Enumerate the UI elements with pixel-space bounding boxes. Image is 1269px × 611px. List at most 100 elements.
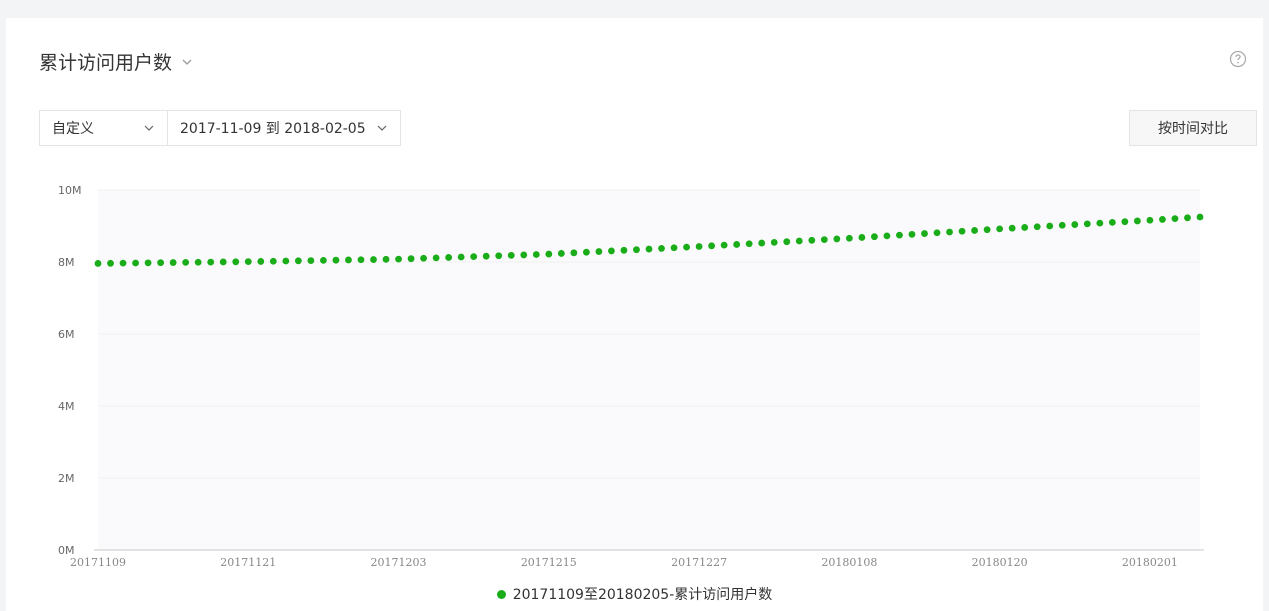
data-point — [820, 236, 828, 244]
data-point — [395, 255, 402, 263]
x-tick-label: 20180108 — [821, 556, 877, 569]
data-point — [1058, 221, 1066, 229]
x-tick-label: 20180201 — [1122, 556, 1178, 569]
data-point — [845, 234, 853, 242]
data-point — [107, 259, 114, 267]
x-tick-label: 20171121 — [220, 556, 276, 569]
data-point — [119, 259, 127, 267]
data-point — [795, 237, 803, 245]
data-point — [407, 255, 415, 263]
data-point — [157, 259, 165, 267]
data-point — [545, 250, 553, 258]
x-tick-label: 20171203 — [371, 556, 427, 569]
data-point — [1196, 213, 1204, 221]
data-point — [470, 253, 478, 260]
y-tick-label: 2M — [58, 472, 75, 485]
data-point — [269, 257, 277, 265]
data-point — [307, 257, 315, 264]
data-point — [432, 254, 440, 262]
chart-legend[interactable]: 20171109至20180205-累计访问用户数 — [6, 584, 1263, 604]
data-point — [282, 257, 290, 265]
data-point — [783, 238, 791, 246]
data-point — [1046, 222, 1054, 230]
data-point — [871, 233, 878, 241]
data-point — [169, 259, 177, 266]
data-point — [1033, 223, 1041, 231]
data-point — [370, 256, 377, 263]
data-point — [658, 245, 665, 252]
data-point — [194, 258, 202, 266]
data-point — [207, 258, 215, 266]
x-tick-label: 20171109 — [70, 556, 126, 569]
data-point — [1133, 217, 1141, 225]
data-point — [570, 249, 578, 257]
data-point — [132, 259, 139, 267]
data-point — [244, 258, 252, 266]
legend-label: 20171109至20180205-累计访问用户数 — [512, 587, 773, 603]
data-point — [445, 254, 453, 261]
data-point — [1108, 219, 1116, 226]
data-point — [908, 230, 916, 238]
data-point — [708, 242, 716, 250]
data-point — [520, 251, 528, 259]
data-point — [733, 241, 741, 248]
data-point — [1184, 214, 1191, 222]
data-point — [357, 256, 365, 264]
data-point — [921, 230, 928, 237]
data-point — [320, 256, 327, 264]
data-point — [232, 258, 240, 266]
data-point — [1171, 215, 1179, 223]
data-point — [946, 228, 953, 236]
data-point — [683, 243, 690, 251]
data-point — [420, 254, 427, 262]
data-point — [808, 236, 816, 244]
data-point — [557, 250, 565, 257]
line-chart: 0M2M4M6M8M10M20171109 20171121 20171203 201… — [58, 184, 1204, 569]
data-point — [495, 252, 503, 260]
data-point — [595, 248, 603, 255]
y-tick-label: 4M — [58, 400, 75, 413]
data-point — [971, 227, 978, 234]
data-point — [996, 225, 1004, 233]
data-point — [1021, 224, 1029, 231]
data-point — [219, 258, 227, 266]
plot-area — [98, 190, 1200, 550]
data-point — [94, 260, 102, 267]
data-point — [1146, 216, 1154, 224]
data-point — [833, 235, 841, 243]
data-point — [933, 229, 941, 237]
data-point — [332, 256, 340, 264]
data-point — [1008, 224, 1016, 232]
data-point — [896, 231, 903, 239]
data-point — [645, 245, 653, 253]
data-point — [670, 244, 678, 252]
data-point — [958, 227, 966, 235]
data-point — [382, 255, 390, 263]
x-tick-label: 20171215 — [521, 556, 577, 569]
data-point — [257, 258, 265, 265]
data-point — [182, 258, 190, 266]
data-point — [983, 226, 991, 234]
y-tick-label: 10M — [58, 184, 82, 197]
y-tick-label: 8M — [58, 256, 75, 269]
data-point — [507, 251, 515, 259]
x-tick-label: 20180120 — [972, 556, 1028, 569]
data-point — [532, 251, 540, 258]
data-point — [608, 247, 615, 255]
data-point — [720, 241, 728, 249]
data-point — [883, 232, 891, 240]
data-point — [1121, 218, 1129, 226]
data-point — [770, 238, 778, 246]
data-point — [745, 240, 753, 248]
data-point — [1083, 220, 1091, 228]
legend-swatch — [496, 589, 506, 599]
data-point — [582, 248, 590, 256]
data-point — [695, 243, 703, 250]
data-point — [1096, 219, 1104, 227]
data-point — [858, 234, 866, 241]
data-point — [758, 239, 766, 247]
y-tick-label: 6M — [58, 328, 75, 341]
data-point — [457, 253, 465, 261]
data-point — [294, 257, 302, 265]
data-point — [1159, 216, 1166, 223]
